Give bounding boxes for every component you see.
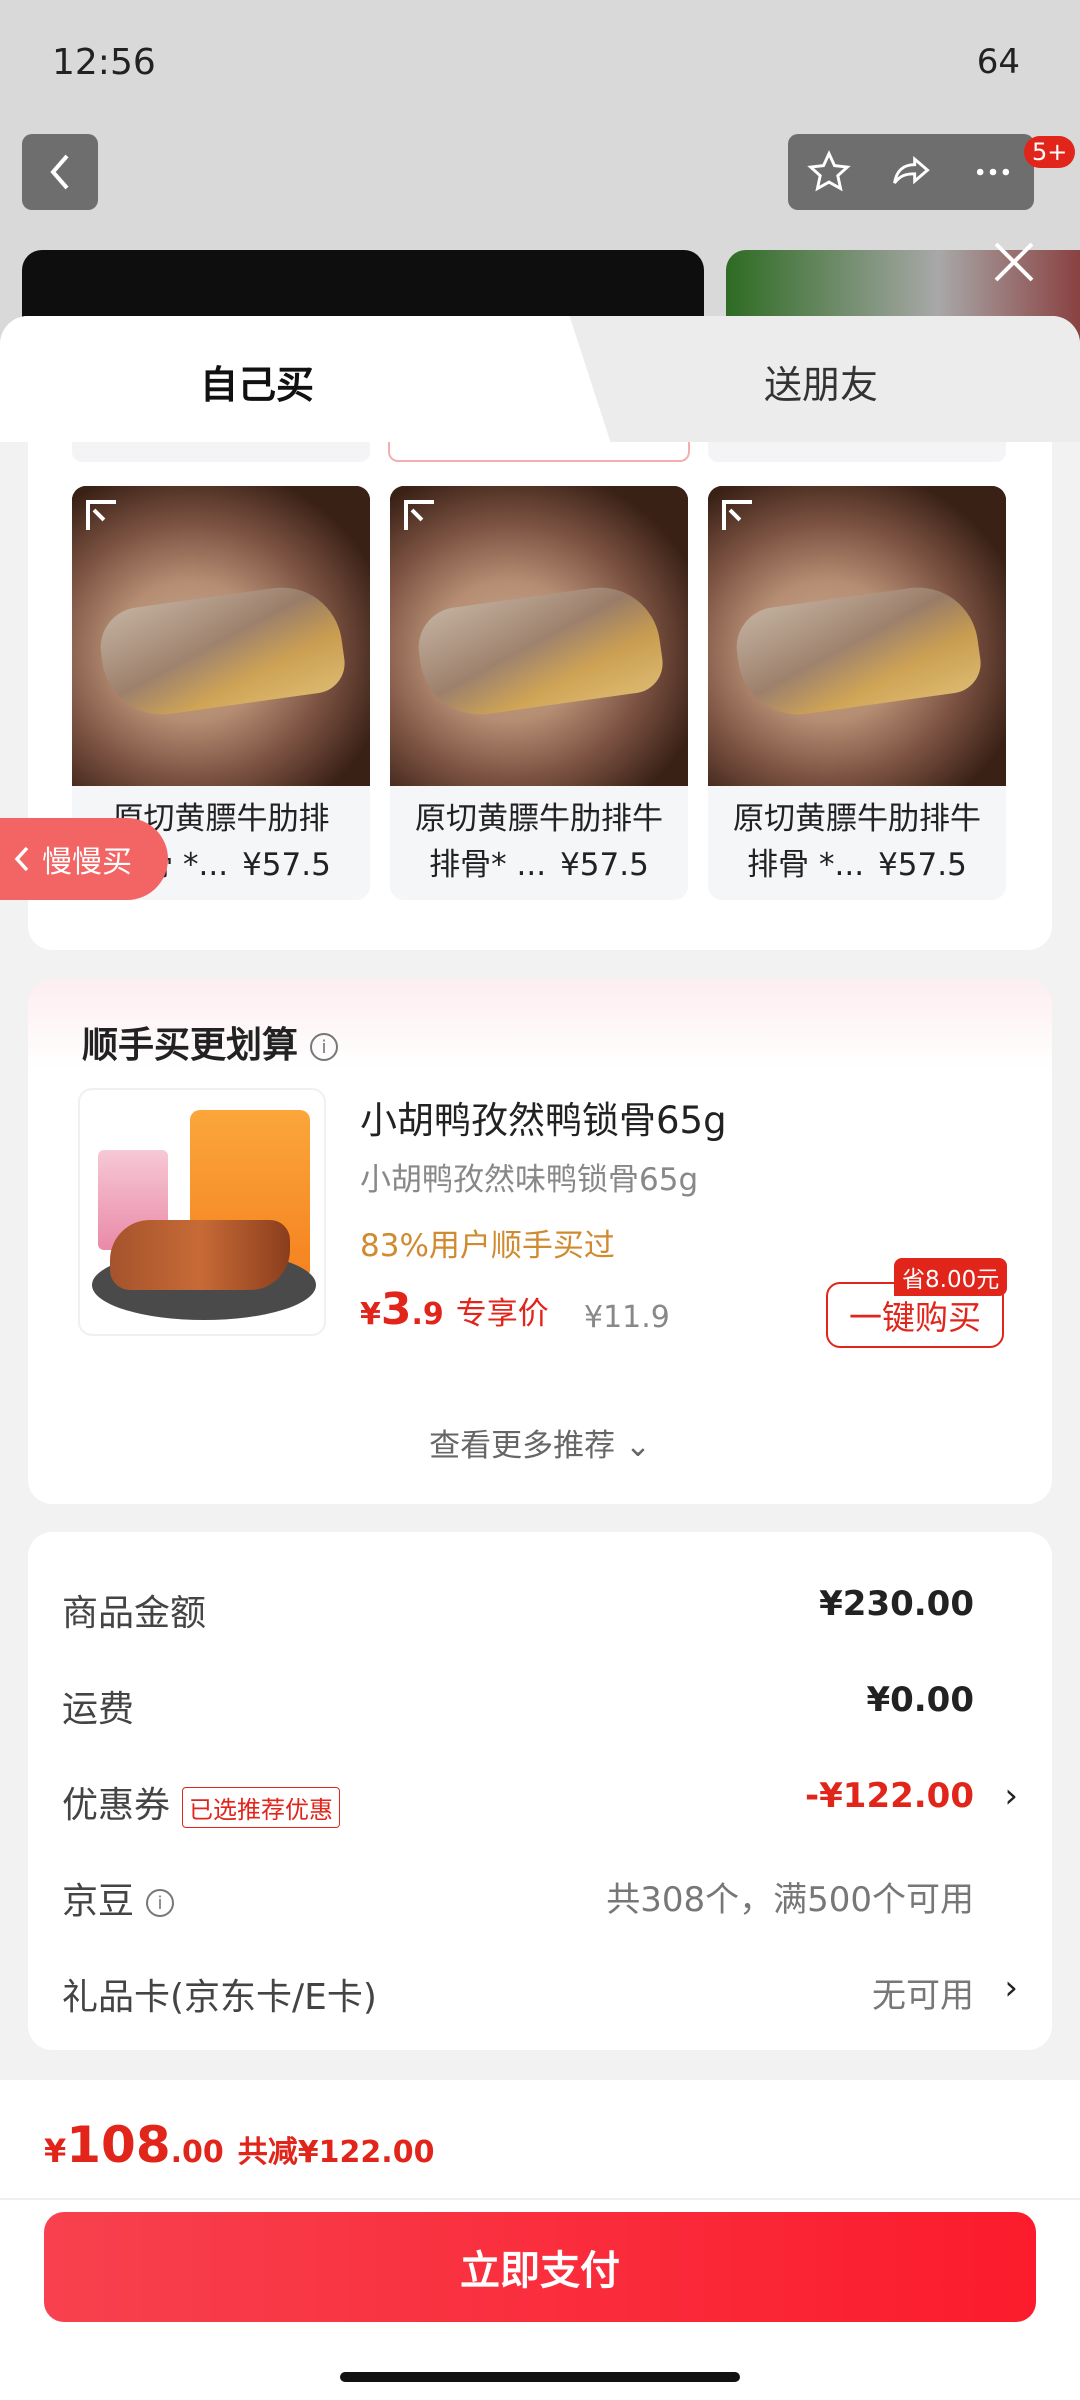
product-variants: 原切黄膘牛肋排 排骨 *... ¥57.5 原切黄膘牛肋排牛 排骨* ... ¥57… (28, 442, 1052, 950)
share-icon[interactable] (889, 150, 933, 194)
shipping-row: 运费 ¥0.00 (62, 1680, 974, 1730)
variant-price: ¥57.5 (560, 847, 649, 883)
back-button[interactable] (22, 134, 98, 210)
coupon-tag: 已选推荐优惠 (182, 1786, 341, 1828)
chevron-left-icon (50, 154, 69, 190)
addon-section: 顺手买更划算 i 小胡鸭孜然鸭锁骨65g 小胡鸭孜然味鸭锁骨65g 83%用户顺手… (28, 980, 1052, 1504)
variant-stub[interactable] (72, 442, 370, 462)
order-summary: 商品金额 ¥230.00 运费 ¥0.00 优惠券 已选推荐优惠 -¥122.00… (28, 1532, 1052, 2050)
chevron-right-icon: › (1004, 1776, 1018, 1816)
info-icon[interactable]: i (310, 1033, 339, 1061)
star-icon[interactable] (807, 150, 851, 194)
expand-icon[interactable] (86, 500, 116, 530)
coupon-row[interactable]: 优惠券 已选推荐优惠 -¥122.00 › (62, 1766, 1018, 1828)
product-image (390, 486, 688, 786)
addon-image[interactable] (78, 1088, 326, 1336)
close-icon[interactable] (990, 238, 1038, 286)
chevron-left-icon (14, 846, 29, 872)
battery-level: 64 (976, 42, 1020, 82)
total-discount: 共减¥122.00 (237, 2135, 435, 2170)
status-time: 12:56 (52, 42, 156, 83)
status-bar: 12:56 64 (0, 0, 1080, 130)
divider (0, 2198, 1080, 2200)
addon-rate: 83%用户顺手买过 (360, 1228, 615, 1264)
product-image (708, 486, 1006, 786)
variant-name: 原切黄膘牛肋排牛 (415, 801, 663, 837)
variant-stub[interactable] (708, 442, 1006, 462)
addon-subtitle: 小胡鸭孜然味鸭锁骨65g (360, 1162, 699, 1198)
pay-now-button[interactable]: 立即支付 (44, 2212, 1036, 2322)
addon-title: 顺手买更划算 i (82, 1016, 339, 1068)
variant-name: 原切黄膘牛肋排牛 (733, 801, 981, 837)
jingdou-row: 京豆 i 共308个，满500个可用 (62, 1880, 974, 1922)
variant-card[interactable]: 原切黄膘牛肋排牛 排骨* ... ¥57.5 (390, 486, 688, 900)
save-badge: 省8.00元 (894, 1258, 1008, 1296)
variant-name-line2: 排骨 *... ¥57.5 (747, 847, 967, 883)
variant-price: ¥57.5 (242, 847, 331, 883)
addon-name[interactable]: 小胡鸭孜然鸭锁骨65g (360, 1090, 727, 1144)
checkout-bar: ¥108.00 共减¥122.00 立即支付 (0, 2080, 1080, 2400)
variant-price: ¥57.5 (878, 847, 967, 883)
top-actions (788, 134, 1034, 210)
product-image (72, 486, 370, 786)
tab-self[interactable]: 自己买 (200, 354, 314, 409)
goods-amount-row: 商品金额 ¥230.00 (62, 1584, 974, 1634)
addon-price: ¥3.9 专享价 (360, 1284, 549, 1335)
variant-stub-selected[interactable] (388, 442, 690, 462)
chevron-right-icon: › (1004, 1968, 1018, 2008)
home-indicator (340, 2372, 740, 2382)
message-badge: 5+ (1024, 136, 1076, 168)
tab-gift[interactable]: 送朋友 (764, 354, 878, 409)
chevron-down-icon: ⌄ (624, 1428, 651, 1464)
expand-icon[interactable] (404, 500, 434, 530)
gift-card-row[interactable]: 礼品卡(京东卡/E卡) 无可用 › (62, 1958, 1018, 2018)
checkout-sheet: 自己买 送朋友 原切黄膘牛肋排 排骨 *... ¥57.5 原切黄膘牛肋排牛 排骨… (0, 316, 1080, 2400)
expand-icon[interactable] (722, 500, 752, 530)
info-icon[interactable]: i (146, 1889, 175, 1917)
addon-original-price: ¥11.9 (584, 1300, 670, 1335)
variant-name-line2: 排骨* ... ¥57.5 (429, 847, 649, 883)
slow-buy-button[interactable]: 慢慢买 (0, 818, 168, 900)
variant-card[interactable]: 原切黄膘牛肋排牛 排骨 *... ¥57.5 (708, 486, 1006, 900)
more-icon[interactable] (971, 150, 1015, 194)
purchase-tabs: 自己买 送朋友 (0, 316, 1080, 442)
total-price: ¥108.00 共减¥122.00 (44, 2116, 435, 2174)
more-recommendations[interactable]: 查看更多推荐 ⌄ (28, 1420, 1052, 1465)
